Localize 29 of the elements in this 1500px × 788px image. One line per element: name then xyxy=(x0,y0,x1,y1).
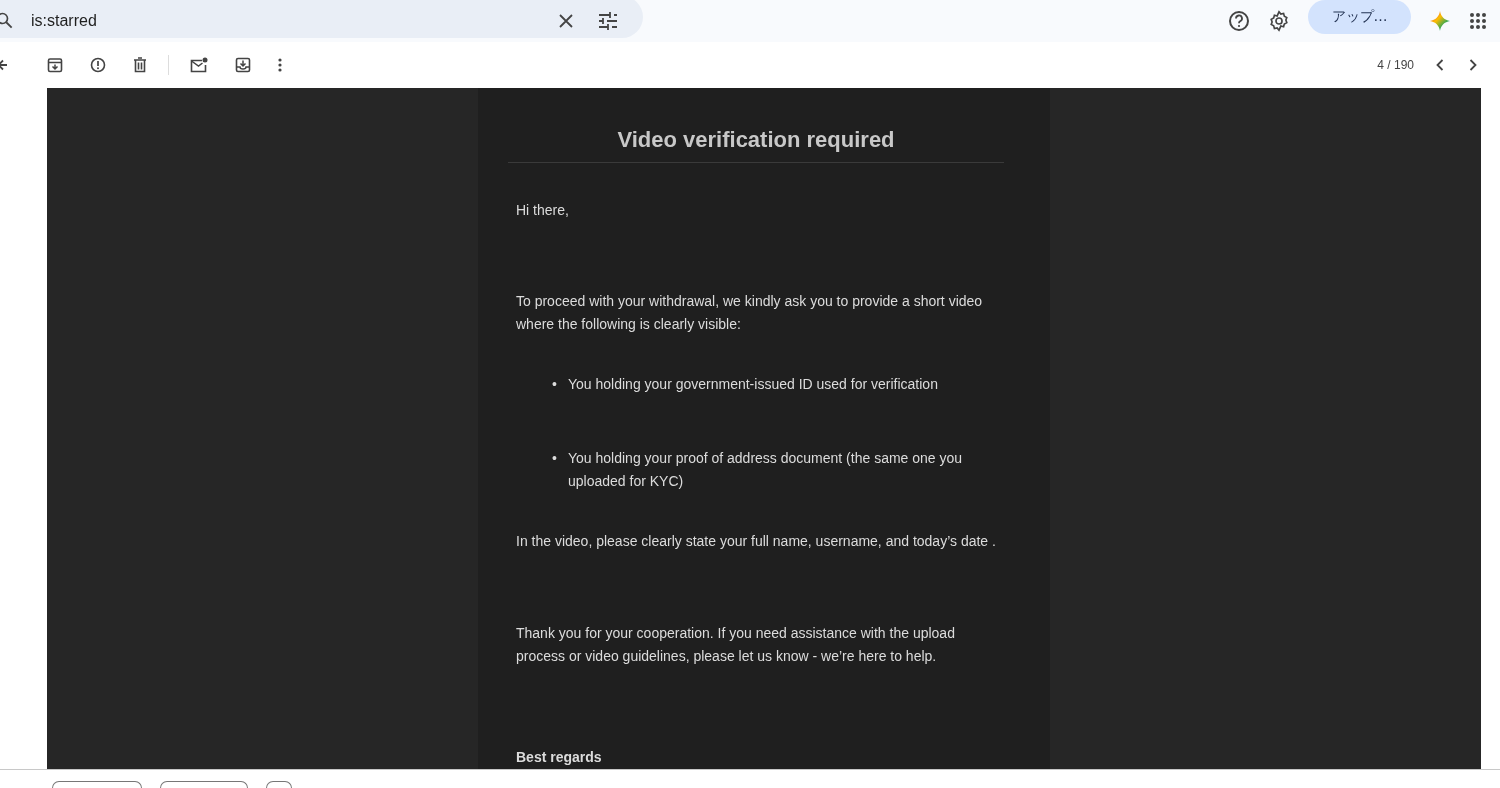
settings-icon[interactable] xyxy=(1268,10,1290,32)
search-icon xyxy=(0,11,15,31)
account-button[interactable]: アップ… xyxy=(1308,0,1411,34)
search-field[interactable]: is:starred xyxy=(31,12,231,30)
bullet-item: You holding your proof of address document (the same one you uploaded for KYC) xyxy=(568,449,964,491)
email-paragraph: To proceed with your withdrawal, we kindly ask you to provide a short video where the following is clearly visible: xyxy=(516,292,984,334)
bullet-item: You holding your government-issued ID used for verification xyxy=(568,375,938,394)
bullet-mark: • xyxy=(552,449,558,468)
mail-dot-icon[interactable] xyxy=(190,57,208,73)
back-arrow-icon[interactable] xyxy=(0,58,7,72)
email-paragraph: Hi there, xyxy=(516,201,570,220)
message-counter: 4 / 190 xyxy=(1377,58,1414,72)
email-paragraph: In the video, please clearly state your full name, username, and today’s date . xyxy=(516,532,997,551)
delete-icon[interactable] xyxy=(133,57,147,73)
email-paragraph: Thank you for your cooperation. If you need assistance with the upload process or video guidelines, please let us know - we’re here to help. xyxy=(516,624,956,666)
archive-icon[interactable] xyxy=(47,57,63,73)
email-title: Video verification required xyxy=(508,118,1004,163)
apps-grid-icon[interactable] xyxy=(1469,12,1487,30)
previous-icon[interactable] xyxy=(1436,59,1444,71)
sign-off: Best regards xyxy=(516,748,603,767)
help-icon[interactable] xyxy=(1228,10,1250,32)
alert-icon[interactable] xyxy=(90,57,106,73)
sliders-icon[interactable] xyxy=(598,12,618,30)
sparkle-icon[interactable] xyxy=(1429,10,1451,32)
bullet-mark: • xyxy=(552,375,558,394)
next-icon[interactable] xyxy=(1469,59,1477,71)
more-icon[interactable] xyxy=(278,58,282,72)
move-to-inbox-icon[interactable] xyxy=(235,57,251,73)
close-icon[interactable] xyxy=(558,13,574,29)
